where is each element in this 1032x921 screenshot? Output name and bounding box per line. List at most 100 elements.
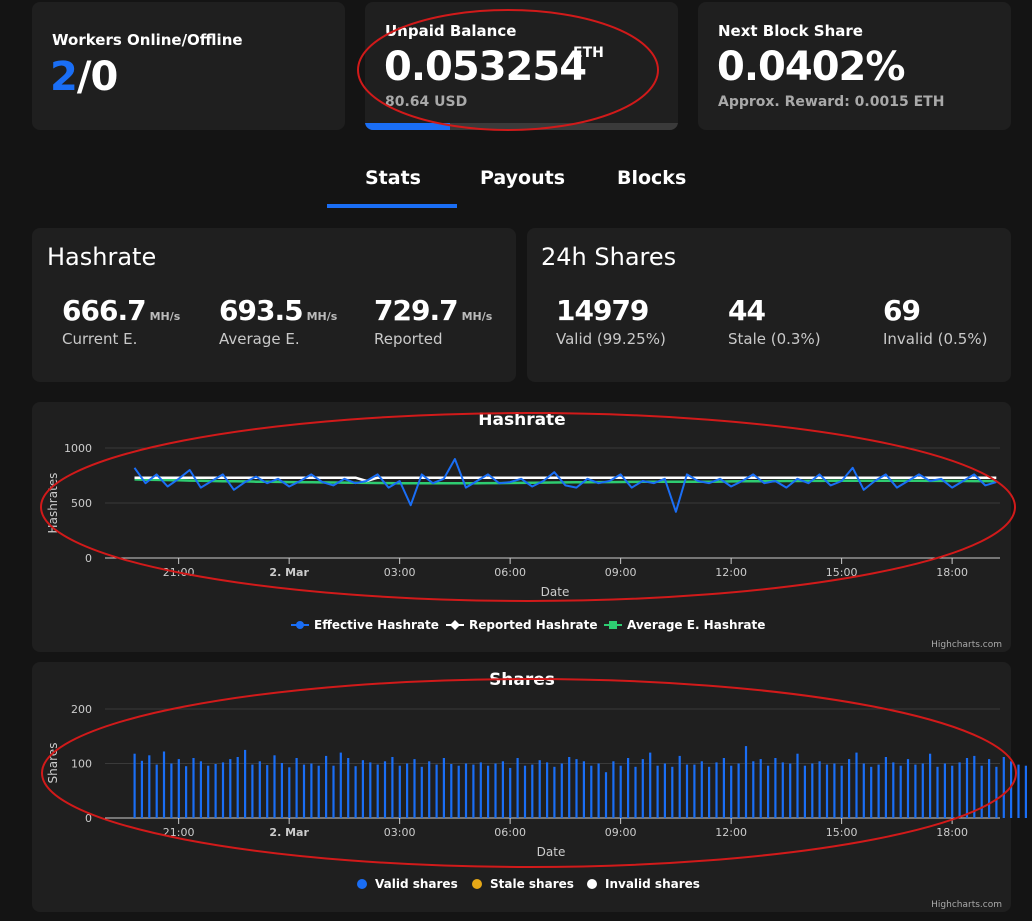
- share-bar: [604, 772, 608, 818]
- x-tick-label: 18:00: [936, 826, 968, 839]
- share-bar: [207, 765, 210, 818]
- share-bar: [722, 758, 725, 818]
- share-bar: [627, 758, 630, 818]
- share-bar: [862, 763, 865, 818]
- share-bar: [870, 766, 873, 818]
- share-bar: [361, 760, 364, 818]
- share-bar: [936, 766, 939, 818]
- share-bar: [730, 765, 733, 818]
- shares-x-ticks: 21:00 2. Mar 03:00 06:00 09:00 12:00 15:00 18:0…: [163, 826, 968, 839]
- share-bar: [973, 755, 976, 818]
- legend-effective-label: Effective Hashrate: [314, 618, 439, 632]
- share-bar: [752, 761, 755, 818]
- share-bar: [1002, 757, 1005, 818]
- shares-x-axis-label: Date: [537, 845, 566, 859]
- share-bar: [619, 765, 622, 818]
- share-bar: [759, 759, 762, 818]
- share-bar: [892, 762, 895, 818]
- share-bar: [251, 764, 254, 818]
- hashrate-chart-credits[interactable]: Highcharts.com: [931, 640, 1002, 650]
- legend-stale-label: Stale shares: [490, 877, 574, 891]
- share-bar: [921, 763, 924, 818]
- legend-stale-shares[interactable]: Stale shares: [472, 877, 574, 891]
- hashrate-series: [133, 458, 997, 513]
- legend-average-label: Average E. Hashrate: [627, 618, 765, 632]
- share-bar: [877, 764, 880, 818]
- share-bar: [236, 757, 239, 818]
- shares-chart-credits[interactable]: Highcharts.com: [931, 900, 1002, 910]
- share-bar: [487, 765, 490, 818]
- legend-valid-shares[interactable]: Valid shares: [357, 877, 458, 891]
- share-bar: [133, 753, 136, 818]
- share-bar: [516, 758, 519, 818]
- share-bar: [383, 761, 387, 818]
- share-bar: [317, 765, 320, 818]
- share-bar: [472, 764, 475, 818]
- share-bar: [663, 763, 666, 818]
- x-tick-label: 03:00: [384, 566, 416, 579]
- share-bar: [369, 762, 372, 818]
- share-bar: [951, 765, 954, 818]
- share-bar: [811, 763, 814, 818]
- share-bar: [280, 763, 283, 818]
- share-bar: [774, 758, 777, 818]
- share-bar: [413, 759, 416, 818]
- share-bar: [332, 765, 335, 818]
- legend-reported-label: Reported Hashrate: [469, 618, 598, 632]
- share-bar: [818, 761, 821, 818]
- share-bar: [221, 762, 225, 818]
- share-bar: [958, 762, 961, 818]
- legend-valid-label: Valid shares: [375, 877, 458, 891]
- share-bar: [1024, 765, 1027, 818]
- share-bar: [568, 757, 571, 818]
- share-bar: [199, 761, 202, 818]
- share-bar: [840, 765, 843, 818]
- x-tick-label: 06:00: [494, 826, 526, 839]
- share-bar: [803, 765, 806, 818]
- series-line-effective-hashrate: [133, 458, 997, 513]
- share-bar: [943, 763, 946, 818]
- share-bar: [464, 763, 468, 818]
- share-bar: [398, 765, 401, 818]
- share-bar: [995, 766, 998, 818]
- share-bar: [884, 757, 887, 818]
- share-bar: [428, 761, 431, 818]
- legend-reported-hashrate[interactable]: Reported Hashrate: [446, 618, 598, 632]
- legend-effective-hashrate[interactable]: Effective Hashrate: [291, 618, 439, 632]
- share-bar: [479, 762, 482, 818]
- share-bar: [767, 765, 770, 818]
- share-bar: [825, 764, 829, 818]
- x-tick-label: 18:00: [936, 566, 968, 579]
- share-bar: [273, 755, 276, 818]
- share-bar: [737, 763, 740, 818]
- legend-invalid-label: Invalid shares: [605, 877, 700, 891]
- share-bar: [575, 759, 578, 818]
- share-bar: [170, 763, 173, 818]
- share-bar: [708, 766, 711, 818]
- x-tick-label: 03:00: [384, 826, 416, 839]
- legend-average-hashrate[interactable]: Average E. Hashrate: [604, 618, 765, 632]
- x-tick-label: 12:00: [715, 826, 747, 839]
- legend-invalid-shares[interactable]: Invalid shares: [587, 877, 700, 891]
- share-bar: [612, 761, 615, 818]
- share-bar: [1010, 761, 1013, 818]
- share-bar: [509, 767, 512, 818]
- share-bar: [906, 759, 910, 818]
- share-bar: [214, 764, 217, 818]
- share-bar: [693, 764, 696, 818]
- share-bar: [678, 755, 681, 818]
- share-bar: [435, 764, 438, 818]
- x-tick-label: 2. Mar: [269, 566, 309, 579]
- x-tick-label: 21:00: [163, 826, 195, 839]
- share-bar: [980, 765, 983, 818]
- shares-bars: [133, 746, 1027, 818]
- x-tick-label: 09:00: [605, 566, 637, 579]
- share-bar: [192, 758, 195, 818]
- x-tick-label: 15:00: [826, 826, 858, 839]
- share-bar: [148, 755, 151, 818]
- share-bar: [523, 765, 527, 818]
- x-tick-label: 12:00: [715, 566, 747, 579]
- share-bar: [789, 763, 792, 818]
- share-bar: [649, 752, 652, 818]
- share-bar: [700, 761, 703, 818]
